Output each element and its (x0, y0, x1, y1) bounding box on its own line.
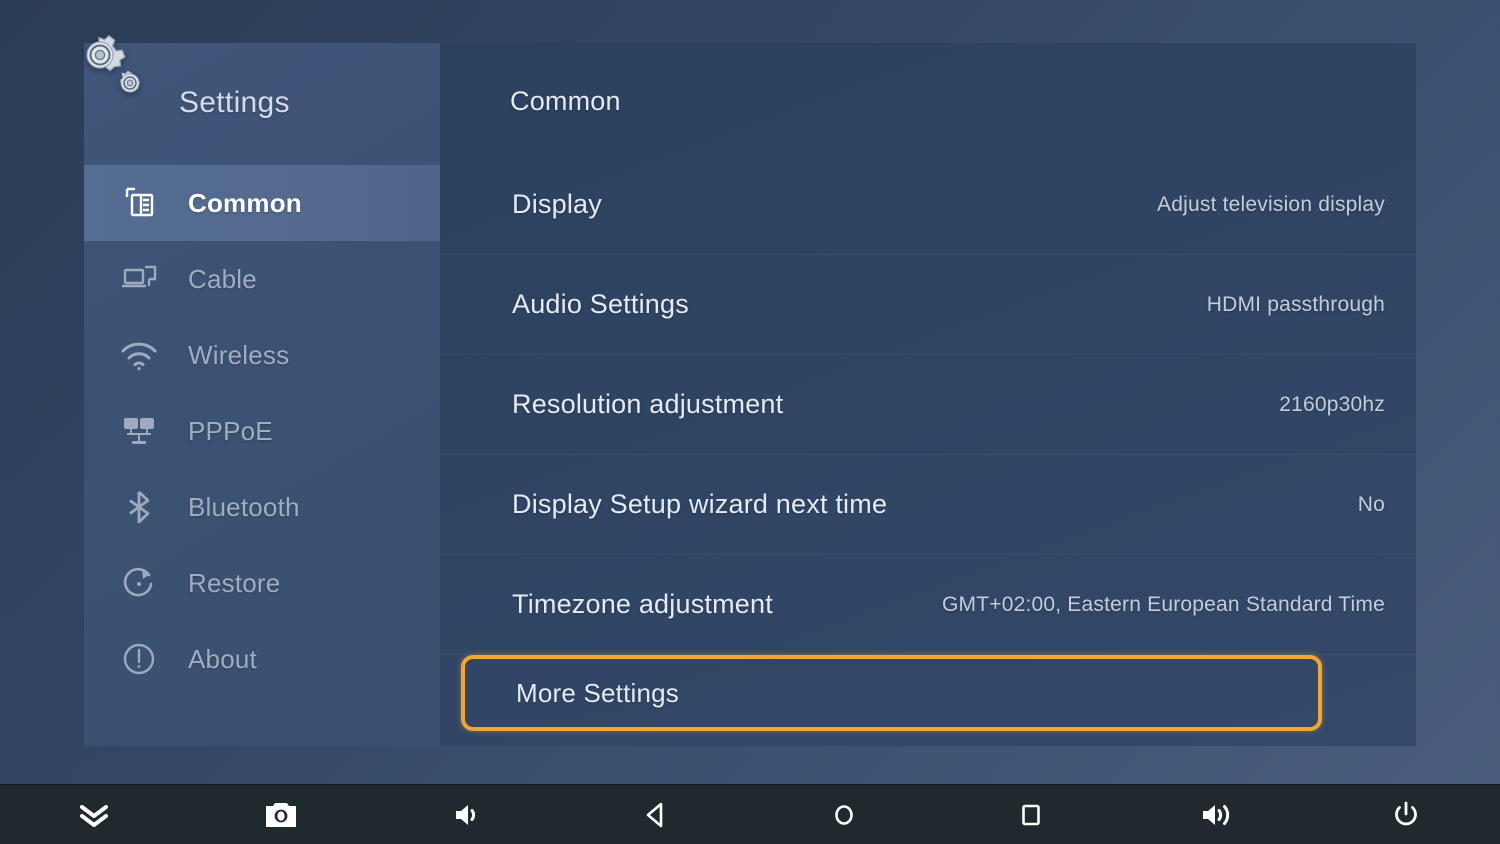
volume-down-icon (452, 800, 486, 830)
sidebar-item-cable[interactable]: Cable (84, 241, 440, 317)
volume-up-icon (1200, 800, 1238, 830)
setting-label: Timezone adjustment (512, 589, 773, 619)
setting-value: HDMI passthrough (1206, 292, 1385, 316)
gears-icon (62, 26, 166, 114)
sidebar-item-bluetooth[interactable]: Bluetooth (84, 469, 440, 545)
sidebar-item-pppoe[interactable]: PPPoE (84, 393, 440, 469)
sidebar-item-label: Bluetooth (188, 491, 300, 522)
setting-label: Audio Settings (512, 289, 689, 319)
hide-bar-button[interactable] (0, 785, 188, 844)
bottom-navigation-bar (0, 784, 1500, 844)
setting-row-more-settings[interactable]: More Settings (461, 655, 1322, 731)
setting-value: GMT+02:00, Eastern European Standard Tim… (941, 592, 1385, 616)
sidebar-item-restore[interactable]: Restore (84, 545, 440, 621)
sidebar-item-label: Wireless (188, 339, 290, 370)
volume-up-button[interactable] (1125, 785, 1313, 844)
common-window-icon (116, 180, 162, 226)
setting-row-display-setup-wizard[interactable]: Display Setup wizard next time No (440, 455, 1416, 555)
settings-panel: Settings Common Cable Wireless PPPoE Blu… (84, 43, 1416, 746)
sidebar-item-label: Common (188, 187, 302, 218)
sidebar-item-label: PPPoE (188, 415, 273, 446)
recents-square-icon (1016, 800, 1046, 830)
double-chevron-down-icon (75, 799, 113, 831)
settings-list: Display Adjust television display Audio … (440, 155, 1416, 731)
setting-label: Display Setup wizard next time (512, 489, 888, 519)
wifi-icon (116, 332, 162, 378)
sidebar-item-label: Restore (188, 567, 281, 598)
back-triangle-icon (642, 800, 670, 830)
sidebar-item-wireless[interactable]: Wireless (84, 317, 440, 393)
info-circle-icon (116, 636, 162, 682)
setting-row-display[interactable]: Display Adjust television display (440, 155, 1416, 255)
sidebar-item-label: Cable (188, 263, 257, 294)
power-button[interactable] (1313, 785, 1500, 844)
screenshot-button[interactable] (188, 785, 376, 844)
sidebar-title: Settings (179, 86, 290, 119)
volume-down-button[interactable] (375, 785, 563, 844)
restore-refresh-icon (116, 560, 162, 606)
setting-value: Adjust television display (1157, 192, 1385, 216)
sidebar-nav: Common Cable Wireless PPPoE Bluetooth Re… (84, 165, 440, 697)
sidebar-item-about[interactable]: About (84, 621, 440, 697)
sidebar-item-label: About (188, 643, 257, 674)
setting-value: 2160p30hz (1279, 392, 1385, 416)
page-title: Common (510, 86, 621, 116)
sidebar: Settings Common Cable Wireless PPPoE Blu… (84, 43, 440, 746)
home-button[interactable] (750, 785, 938, 844)
setting-row-audio-settings[interactable]: Audio Settings HDMI passthrough (440, 255, 1416, 355)
pppoe-network-icon (116, 408, 162, 454)
setting-value: No (1357, 492, 1385, 516)
home-circle-icon (829, 800, 859, 830)
setting-row-timezone-adjustment[interactable]: Timezone adjustment GMT+02:00, Eastern E… (440, 555, 1416, 655)
setting-row-resolution-adjustment[interactable]: Resolution adjustment 2160p30hz (440, 355, 1416, 455)
ethernet-cable-icon (116, 256, 162, 302)
content-area: Common Display Adjust television display… (440, 43, 1416, 746)
sidebar-item-common[interactable]: Common (84, 165, 440, 241)
camera-icon (264, 800, 298, 830)
back-button[interactable] (563, 785, 751, 844)
setting-label: Display (512, 189, 602, 219)
recents-button[interactable] (938, 785, 1126, 844)
power-icon (1391, 799, 1421, 831)
setting-label: Resolution adjustment (512, 389, 784, 419)
bluetooth-icon (116, 484, 162, 530)
setting-label: More Settings (516, 677, 680, 708)
